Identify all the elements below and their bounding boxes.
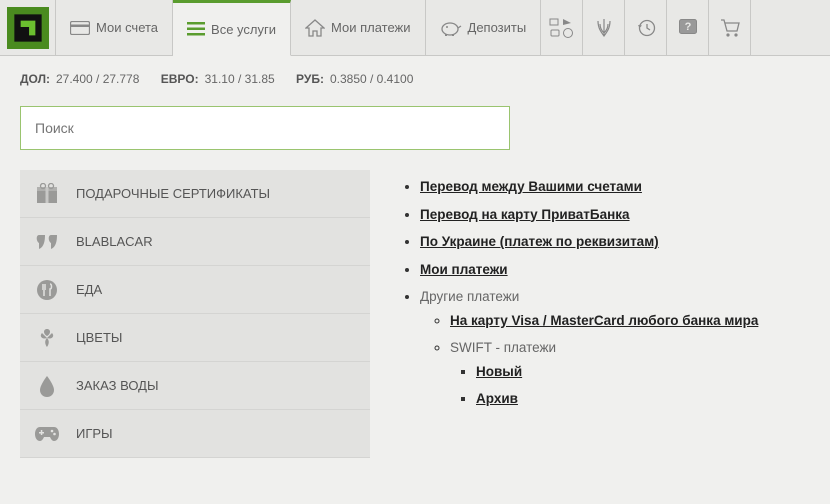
link-my-payments[interactable]: Мои платежи — [420, 262, 508, 277]
category-label: ИГРЫ — [76, 426, 113, 441]
rate-rub: 0.3850 / 0.4100 — [330, 72, 413, 86]
rate-usd: 27.400 / 27.778 — [56, 72, 139, 86]
link-transfer-privat-card[interactable]: Перевод на карту ПриватБанка — [420, 207, 630, 222]
flower-icon — [34, 325, 60, 351]
category-label: ПОДАРОЧНЫЕ СЕРТИФИКАТЫ — [76, 186, 270, 201]
piggy-icon — [440, 20, 462, 36]
tab-label: Депозиты — [468, 20, 527, 35]
link-swift-new[interactable]: Новый — [476, 364, 522, 379]
tab-my-payments[interactable]: Мои платежи — [291, 0, 426, 55]
trident-icon — [596, 18, 612, 38]
category-label: ЗАКАЗ ВОДЫ — [76, 378, 158, 393]
house-icon — [305, 19, 325, 37]
tab-my-accounts[interactable]: Мои счета — [56, 0, 173, 55]
category-label: ЦВЕТЫ — [76, 330, 122, 345]
category-games[interactable]: ИГРЫ — [20, 410, 370, 458]
currency-rates: ДОЛ: 27.400 / 27.778 ЕВРО: 31.10 / 31.85 Р… — [0, 56, 830, 96]
quotes-icon — [34, 229, 60, 255]
tab-travel[interactable] — [541, 0, 583, 55]
category-blablacar[interactable]: BLABLACAR — [20, 218, 370, 266]
cart-icon — [719, 18, 741, 38]
link-ukraine-payment[interactable]: По Украине (платеж по реквизитам) — [420, 234, 659, 249]
category-label: ЕДА — [76, 282, 102, 297]
category-water[interactable]: ЗАКАЗ ВОДЫ — [20, 362, 370, 410]
link-visa-mastercard-world[interactable]: На карту Visa / MasterCard любого банка … — [450, 313, 758, 328]
tab-label: Мои платежи — [331, 20, 411, 35]
category-gift-certificates[interactable]: ПОДАРОЧНЫЕ СЕРТИФИКАТЫ — [20, 170, 370, 218]
gamepad-icon — [34, 421, 60, 447]
category-flowers[interactable]: ЦВЕТЫ — [20, 314, 370, 362]
food-icon — [34, 277, 60, 303]
rate-eur-label: ЕВРО: — [161, 72, 199, 86]
link-transfer-own[interactable]: Перевод между Вашими счетами — [420, 179, 642, 194]
category-label: BLABLACAR — [76, 234, 153, 249]
rate-rub-label: РУБ: — [296, 72, 324, 86]
history-icon — [636, 18, 656, 38]
label-swift: SWIFT - платежи — [450, 340, 556, 355]
search-input[interactable] — [20, 106, 510, 150]
drop-icon — [34, 373, 60, 399]
travel-icon — [549, 17, 575, 39]
help-icon: ? — [678, 18, 698, 38]
tab-history[interactable] — [625, 0, 667, 55]
bank-logo[interactable] — [0, 0, 56, 56]
top-navigation: Мои счета Все услуги Мои платежи Депозит… — [0, 0, 830, 56]
tab-cart[interactable] — [709, 0, 751, 55]
tab-all-services[interactable]: Все услуги — [173, 0, 291, 56]
services-tree: Перевод между Вашими счетами Перевод на … — [398, 170, 810, 458]
rate-usd-label: ДОЛ: — [20, 72, 50, 86]
category-food[interactable]: ЕДА — [20, 266, 370, 314]
rate-eur: 31.10 / 31.85 — [205, 72, 275, 86]
tab-deposits[interactable]: Депозиты — [426, 0, 542, 55]
categories-list: ПОДАРОЧНЫЕ СЕРТИФИКАТЫ BLABLACAR ЕДА ЦВЕ… — [20, 170, 370, 458]
tab-emblem[interactable] — [583, 0, 625, 55]
label-other-payments: Другие платежи — [420, 289, 519, 304]
card-icon — [70, 21, 90, 35]
svg-text:?: ? — [684, 21, 691, 33]
tab-label: Мои счета — [96, 20, 158, 35]
gift-icon — [34, 181, 60, 207]
tab-help[interactable]: ? — [667, 0, 709, 55]
link-swift-archive[interactable]: Архив — [476, 391, 518, 406]
menu-icon — [187, 22, 205, 36]
tab-label: Все услуги — [211, 22, 276, 37]
